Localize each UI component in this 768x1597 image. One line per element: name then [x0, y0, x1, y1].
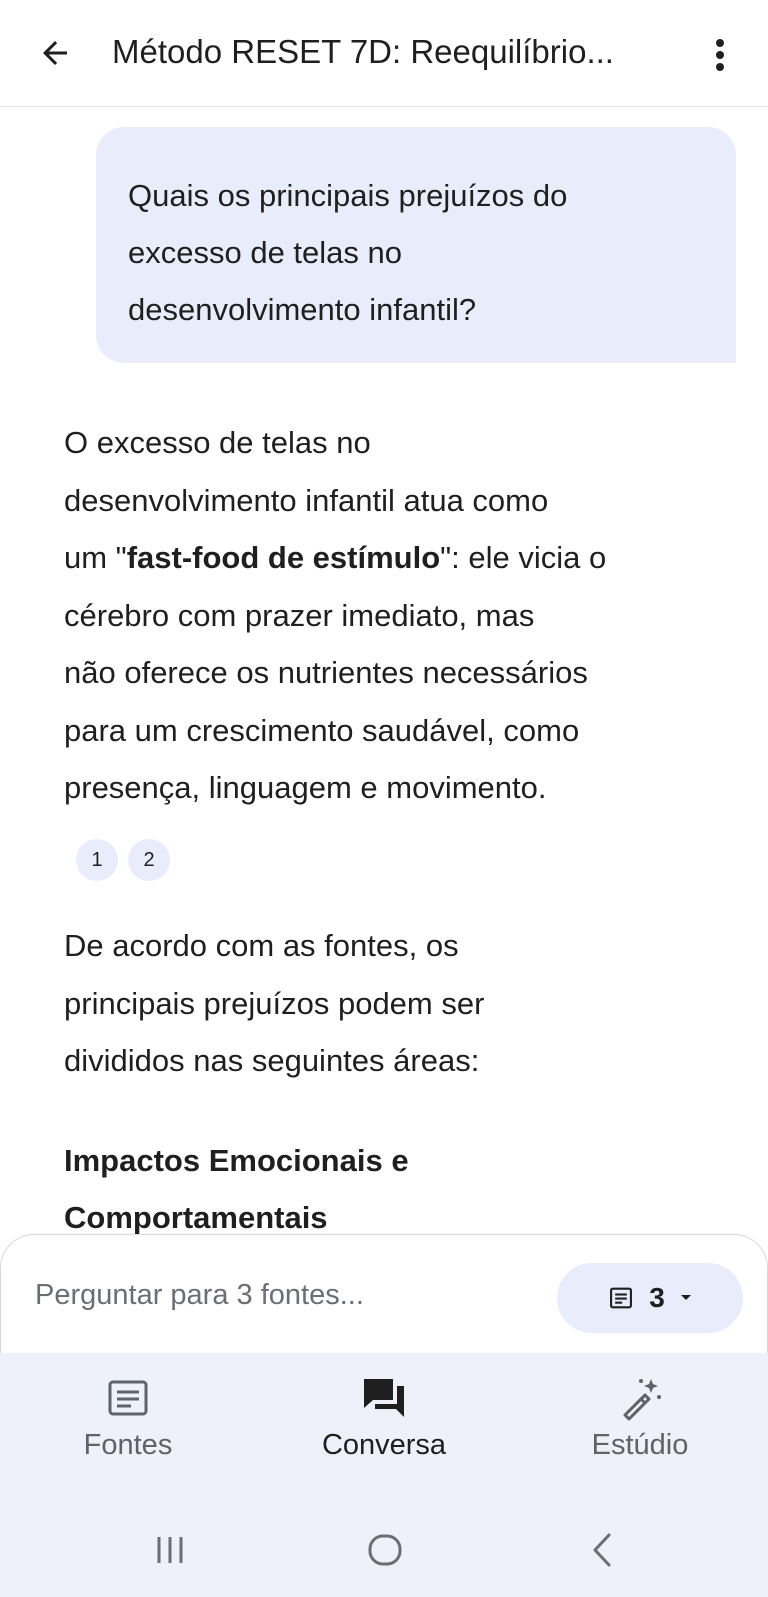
- nav-item-fontes[interactable]: Fontes: [0, 1375, 256, 1462]
- user-message-line: excesso de telas no: [128, 235, 403, 270]
- answer-paragraph: De acordo com as fontes, os principais p…: [64, 917, 704, 1090]
- user-message-line: desenvolvimento infantil?: [128, 292, 477, 327]
- answer-text: ": ele vicia o: [440, 540, 607, 575]
- back-button[interactable]: [30, 28, 80, 78]
- source-count: 3: [649, 1282, 665, 1313]
- nav-item-conversa[interactable]: Conversa: [256, 1375, 512, 1462]
- nav-label: Conversa: [321, 1429, 447, 1461]
- sources-icon: [106, 1375, 150, 1421]
- caret-down-icon: [680, 1295, 691, 1300]
- nav-label: Fontes: [83, 1429, 173, 1461]
- assistant-answer: O excesso de telas no desenvolvimento in…: [64, 414, 724, 817]
- document-icon: [610, 1287, 633, 1309]
- chat-area[interactable]: Quais os principais prejuízos do excesso…: [0, 106, 768, 1236]
- source-selector-button[interactable]: 3: [557, 1263, 743, 1333]
- recents-icon: [157, 1537, 183, 1563]
- system-back-button[interactable]: [572, 1520, 632, 1580]
- nav-item-estudio[interactable]: Estúdio: [512, 1375, 768, 1462]
- magic-wand-icon: [617, 1375, 663, 1421]
- home-icon: [368, 1534, 402, 1566]
- heading-line: Impactos Emocionais e: [64, 1143, 409, 1178]
- recents-button[interactable]: [140, 1520, 200, 1580]
- arrow-left-icon: [43, 41, 67, 65]
- heading-line: Comportamentais: [64, 1200, 328, 1235]
- nav-label: Estúdio: [591, 1429, 689, 1461]
- message-composer: 3: [0, 1234, 768, 1354]
- top-app-bar: Método RESET 7D: Reequilíbrio...: [0, 0, 768, 107]
- user-message-line: Quais os principais prejuízos do: [128, 178, 568, 213]
- answer-bold-phrase: fast-food de estímulo: [126, 540, 441, 575]
- home-button[interactable]: [355, 1520, 415, 1580]
- citation-chip[interactable]: 2: [128, 839, 170, 881]
- answer-line: cérebro com prazer imediato, mas: [64, 597, 535, 633]
- more-vert-icon: [716, 39, 724, 71]
- answer-line: um "fast-food de estímulo": ele vicia o: [64, 529, 724, 587]
- question-input[interactable]: [35, 1273, 515, 1317]
- user-message-bubble: Quais os principais prejuízos do excesso…: [96, 127, 736, 363]
- chat-icon: [361, 1375, 407, 1421]
- answer-line: presença, linguagem e movimento.: [64, 770, 547, 805]
- notebook-title: Método RESET 7D: Reequilíbrio...: [112, 33, 614, 70]
- answer-line: principais prejuízos podem ser: [64, 985, 485, 1021]
- more-options-button[interactable]: [700, 30, 740, 80]
- answer-line: divididos nas seguintes áreas:: [64, 1043, 480, 1078]
- citation-chip[interactable]: 1: [76, 839, 118, 881]
- answer-line: para um crescimento saudável, como: [64, 712, 580, 748]
- answer-line: não oferece os nutrientes necessários: [64, 655, 588, 690]
- answer-line: De acordo com as fontes, os: [64, 928, 459, 963]
- answer-text: um ": [64, 540, 127, 575]
- answer-line: desenvolvimento infantil atua como: [64, 482, 549, 518]
- back-icon: [593, 1533, 611, 1567]
- answer-line: O excesso de telas no: [64, 425, 371, 460]
- section-heading: Impactos Emocionais e Comportamentais: [64, 1132, 704, 1236]
- citation-list: 1 2: [76, 839, 170, 881]
- system-navigation-bar: [0, 1500, 768, 1597]
